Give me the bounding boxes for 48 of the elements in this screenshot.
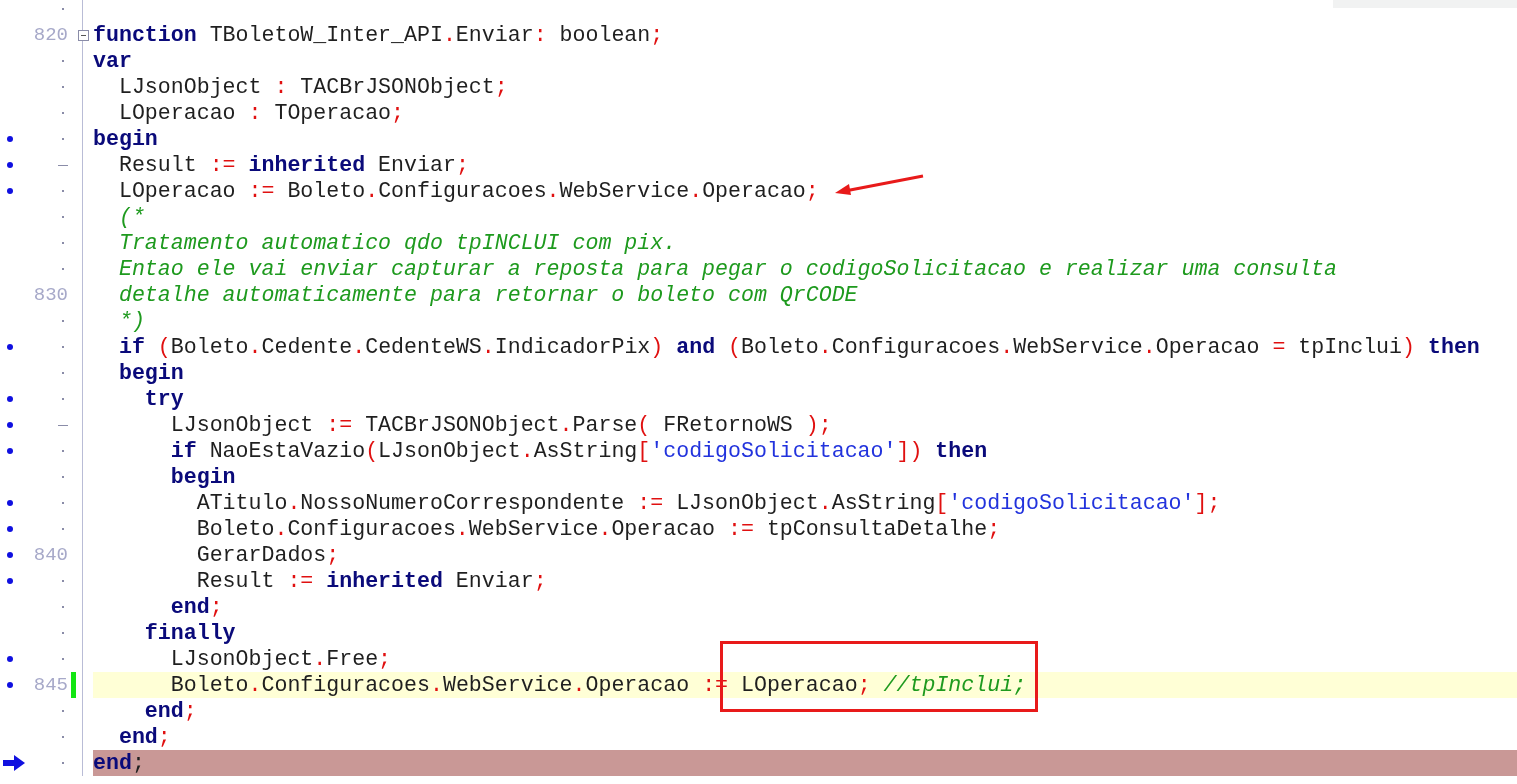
code-line: Boleto.Configuracoes.WebService.Operacao := tpConsultaDetalhe; bbox=[195, 516, 1001, 542]
line-number: 845 bbox=[33, 674, 68, 696]
code-line: end; bbox=[143, 698, 197, 724]
code-line: end; bbox=[169, 594, 223, 620]
code-line: GerarDados; bbox=[195, 542, 340, 568]
code-line: Entao ele vai enviar capturar a reposta para pegar o codigoSolicitacao e realizar uma consulta bbox=[117, 256, 1337, 282]
breakpoint-dot-icon[interactable] bbox=[7, 552, 13, 558]
code-line: begin bbox=[93, 126, 158, 152]
code-line: detalhe automaticamente para retornar o boleto com QrCODE bbox=[117, 282, 858, 308]
breakpoint-dot-icon[interactable] bbox=[7, 682, 13, 688]
breakpoint-dot-icon[interactable] bbox=[7, 422, 13, 428]
code-line: Result := inherited Enviar; bbox=[195, 568, 547, 594]
breakpoint-dot-icon[interactable] bbox=[7, 656, 13, 662]
gutter-dash-icon bbox=[58, 164, 68, 166]
code-line: LJsonObject := TACBrJSONObject.Parse( FRetornoWS ); bbox=[169, 412, 832, 438]
code-line: end; bbox=[93, 750, 145, 776]
line-number: 820 bbox=[33, 24, 68, 46]
code-line: end; bbox=[117, 724, 171, 750]
code-line: LOperacao := Boleto.Configuracoes.WebService.Operacao; bbox=[117, 178, 819, 204]
code-line: LJsonObject.Free; bbox=[169, 646, 392, 672]
code-line: if NaoEstaVazio(LJsonObject.AsString['codigoSolicitacao']) then bbox=[169, 438, 988, 464]
code-line: Result := inherited Enviar; bbox=[117, 152, 469, 178]
code-line: LOperacao : TOperacao; bbox=[117, 100, 405, 126]
breakpoint-dot-icon[interactable] bbox=[7, 136, 13, 142]
breakpoint-dot-icon[interactable] bbox=[7, 448, 13, 454]
code-line: finally bbox=[143, 620, 236, 646]
code-line: *) bbox=[117, 308, 145, 334]
code-line: begin bbox=[117, 360, 184, 386]
gutter-dash-icon bbox=[58, 424, 68, 426]
breakpoint-dot-icon[interactable] bbox=[7, 578, 13, 584]
code-line: ATitulo.NossoNumeroCorrespondente := LJsonObject.AsString['codigoSolicitacao']; bbox=[195, 490, 1221, 516]
breakpoint-dot-icon[interactable] bbox=[7, 162, 13, 168]
code-line: function TBoletoW_Inter_API.Enviar: boolean; bbox=[93, 22, 664, 48]
code-line: (* bbox=[117, 204, 145, 230]
collapse-icon[interactable] bbox=[78, 29, 89, 41]
line-number: 830 bbox=[33, 284, 68, 306]
code-line: try bbox=[143, 386, 184, 412]
code-line: var bbox=[93, 48, 132, 74]
code-line: begin bbox=[169, 464, 236, 490]
breakpoint-dot-icon[interactable] bbox=[7, 526, 13, 532]
breakpoint-dot-icon[interactable] bbox=[7, 500, 13, 506]
breakpoint-dot-icon[interactable] bbox=[7, 188, 13, 194]
code-line: LJsonObject : TACBrJSONObject; bbox=[117, 74, 508, 100]
code-line: if (Boleto.Cedente.CedenteWS.IndicadorPix) and (Boleto.Configuracoes.WebService.Operacao = tpInclui) then bbox=[117, 334, 1480, 360]
code-line: Tratamento automatico qdo tpINCLUI com pix. bbox=[117, 230, 677, 256]
breakpoint-dot-icon[interactable] bbox=[7, 344, 13, 350]
line-number: 840 bbox=[33, 544, 68, 566]
breakpoint-dot-icon[interactable] bbox=[7, 396, 13, 402]
